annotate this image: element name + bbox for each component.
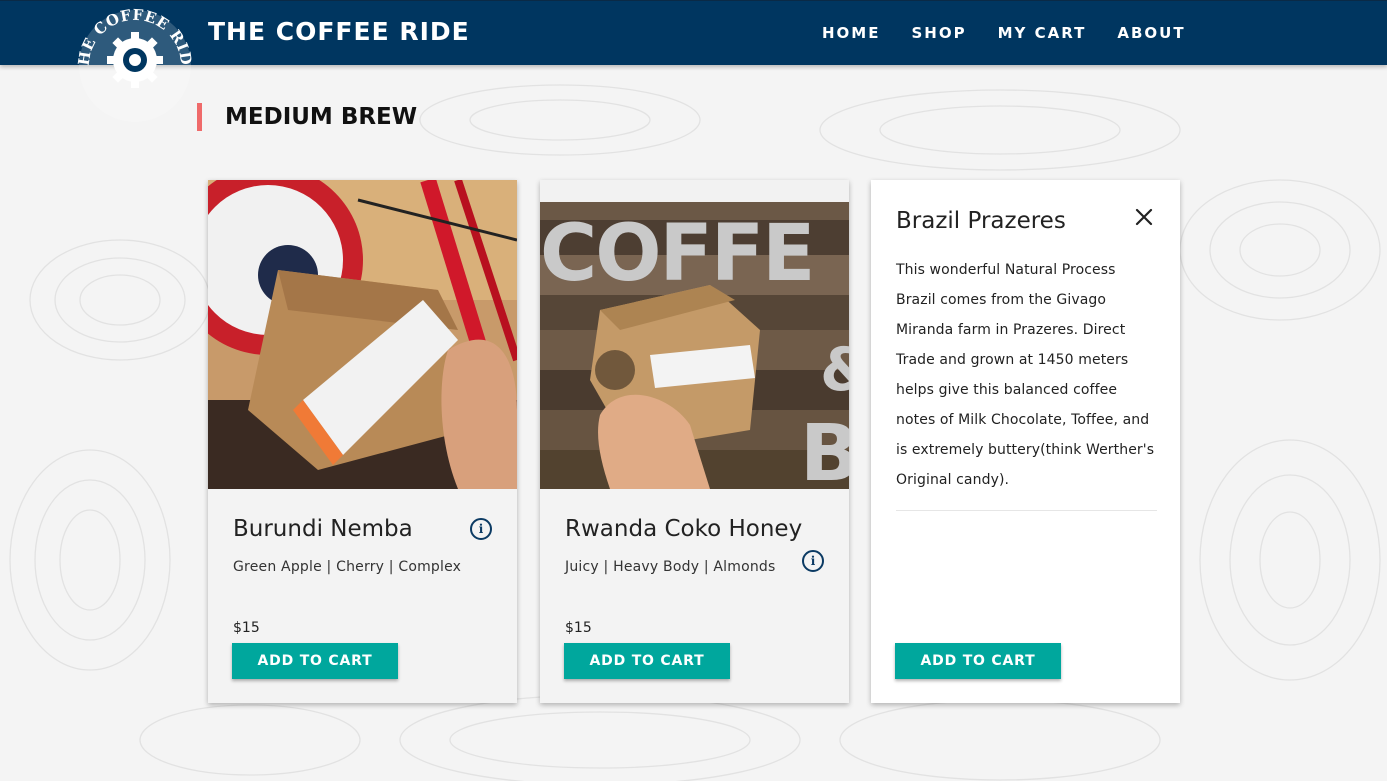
nav-about[interactable]: ABOUT [1117,24,1185,42]
add-to-cart-button[interactable]: ADD TO CART [564,643,730,679]
product-photo [208,180,517,489]
product-detail-card: Brazil Prazeres This wonderful Natural P… [871,180,1180,703]
product-tasting-notes: Green Apple | Cherry | Complex [233,559,462,575]
top-navbar: THE COFFEE RIDE HOME SHOP MY CART ABOUT [0,0,1387,65]
nav-home[interactable]: HOME [822,24,880,42]
divider [896,510,1157,511]
product-tasting-notes: Juicy | Heavy Body | Almonds [565,559,776,575]
brand-title[interactable]: THE COFFEE RIDE [208,17,470,46]
product-detail-title: Brazil Prazeres [896,208,1066,234]
product-price: $15 [233,620,260,636]
main-nav: HOME SHOP MY CART ABOUT [822,24,1217,42]
product-price: $15 [565,620,592,636]
product-name: Burundi Nemba [233,516,413,542]
close-icon[interactable] [1133,206,1155,228]
section-title: MEDIUM BREW [197,103,417,131]
product-photo: COFFE B & [540,180,849,489]
product-description: This wonderful Natural Process Brazil co… [896,262,1155,488]
coffee-ride-logo[interactable]: THE COFFEE RIDE [75,8,195,126]
svg-text:&: & [820,335,849,405]
nav-shop[interactable]: SHOP [911,24,966,42]
info-icon[interactable]: i [802,550,824,572]
nav-my-cart[interactable]: MY CART [998,24,1087,42]
product-card-burundi-nemba: Burundi Nemba i Green Apple | Cherry | C… [208,180,517,703]
add-to-cart-button[interactable]: ADD TO CART [895,643,1061,679]
svg-text:B: B [800,409,849,489]
add-to-cart-button[interactable]: ADD TO CART [232,643,398,679]
product-name: Rwanda Coko Honey [565,516,803,542]
svg-text:COFFE: COFFE [540,209,813,299]
info-icon[interactable]: i [470,518,492,540]
product-card-rwanda-coko-honey: COFFE B & Rwanda Coko Honey i Juicy | He… [540,180,849,703]
